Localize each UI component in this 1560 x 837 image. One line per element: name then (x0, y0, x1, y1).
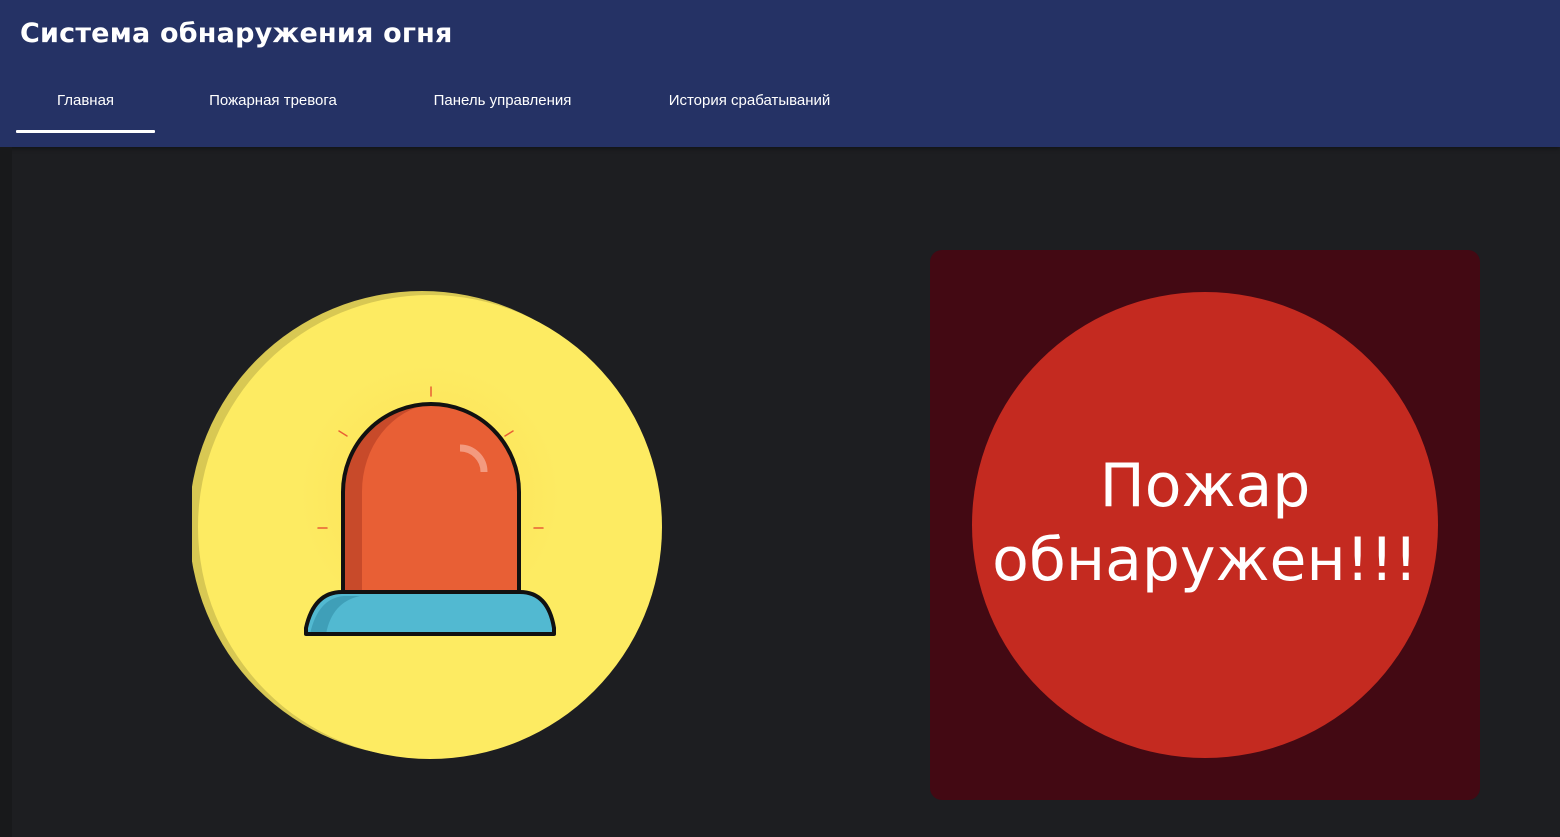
tab-control-panel[interactable]: Панель управления (391, 72, 614, 132)
app-title: Система обнаружения огня (20, 18, 453, 49)
fire-alert-circle: Пожар обнаружен!!! (972, 292, 1438, 758)
tab-fire-alarm[interactable]: Пожарная тревога (155, 72, 391, 132)
app-header: Система обнаружения огня Главная Пожарна… (0, 0, 1560, 147)
alarm-illustration (189, 290, 666, 764)
tab-trigger-history[interactable]: История срабатываний (614, 72, 885, 132)
siren-icon (189, 291, 662, 759)
nav-tabs: Главная Пожарная тревога Панель управлен… (16, 72, 885, 134)
fire-status-card: Пожар обнаружен!!! (930, 250, 1480, 800)
tab-home[interactable]: Главная (16, 72, 155, 133)
fire-detected-message: Пожар обнаружен!!! (992, 451, 1418, 595)
